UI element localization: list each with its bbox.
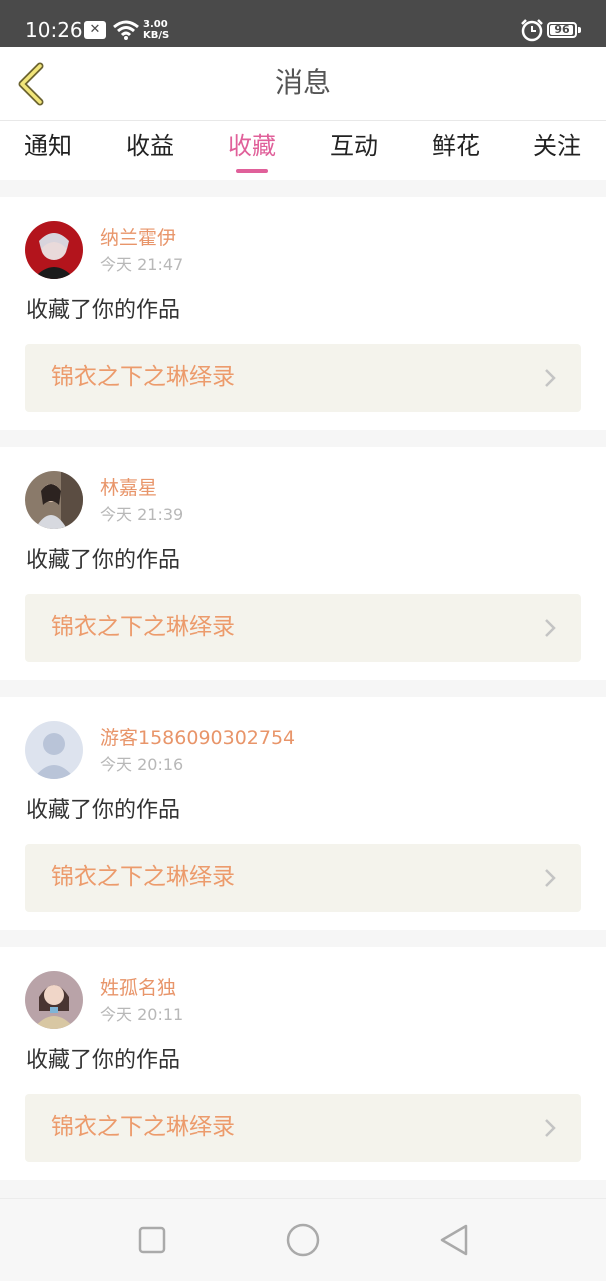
username[interactable]: 纳兰霍伊 — [100, 225, 176, 251]
chevron-right-icon — [545, 869, 556, 887]
tab-interactions[interactable]: 互动 — [330, 129, 378, 163]
net-speed-value: 3.00 — [143, 19, 168, 30]
net-speed: 3.00 KB/S — [143, 19, 169, 41]
username[interactable]: 姓孤名独 — [100, 975, 176, 1001]
message-card: 游客1586090302754 今天 20:16 收藏了你的作品 锦衣之下之琳绎… — [0, 697, 606, 930]
action-text: 收藏了你的作品 — [26, 298, 181, 323]
chevron-right-icon — [545, 619, 556, 637]
timestamp: 今天 20:11 — [100, 1005, 184, 1024]
tab-favorites[interactable]: 收藏 — [228, 129, 276, 163]
default-user-icon — [25, 721, 83, 779]
message-card: 纳兰霍伊 今天 21:47 收藏了你的作品 锦衣之下之琳绎录 — [0, 197, 606, 430]
app-header: 消息 — [0, 47, 606, 121]
message-card: 林嘉星 今天 21:39 收藏了你的作品 锦衣之下之琳绎录 — [0, 447, 606, 680]
work-title: 锦衣之下之琳绎录 — [51, 364, 235, 390]
timestamp: 今天 21:47 — [100, 255, 184, 274]
work-title: 锦衣之下之琳绎录 — [51, 614, 235, 640]
username[interactable]: 游客1586090302754 — [100, 725, 295, 751]
avatar[interactable] — [25, 221, 83, 279]
avatar-photo-red-icon — [25, 221, 83, 279]
timestamp: 今天 20:16 — [100, 755, 184, 774]
chevron-right-icon — [545, 369, 556, 387]
battery-tip — [578, 27, 581, 33]
avatar[interactable] — [25, 721, 83, 779]
message-tabs: 通知 收益 收藏 互动 鲜花 关注 — [0, 121, 606, 180]
action-text: 收藏了你的作品 — [26, 1048, 181, 1073]
net-speed-unit: KB/S — [143, 30, 170, 41]
system-nav-bar — [0, 1198, 606, 1281]
avatar[interactable] — [25, 471, 83, 529]
battery-level: 96 — [554, 23, 570, 36]
recent-apps-square-icon[interactable] — [133, 1221, 171, 1259]
notification-x-icon: ✕ — [84, 21, 106, 39]
tab-earnings[interactable]: 收益 — [126, 129, 174, 163]
timestamp: 今天 21:39 — [100, 505, 184, 524]
work-title: 锦衣之下之琳绎录 — [51, 1114, 235, 1140]
status-bar: 10:26 ✕ 3.00 KB/S 96 — [0, 0, 606, 47]
work-link[interactable]: 锦衣之下之琳绎录 — [25, 1094, 581, 1162]
work-link[interactable]: 锦衣之下之琳绎录 — [25, 594, 581, 662]
avatar-photo-woman-icon — [25, 971, 83, 1029]
chevron-right-icon — [545, 1119, 556, 1137]
username[interactable]: 林嘉星 — [100, 475, 157, 501]
battery-icon: 96 — [547, 22, 577, 38]
back-triangle-icon[interactable] — [436, 1221, 474, 1259]
page-title: 消息 — [274, 66, 331, 99]
home-circle-icon[interactable] — [284, 1221, 322, 1259]
active-tab-indicator — [236, 169, 268, 173]
action-text: 收藏了你的作品 — [26, 798, 181, 823]
status-time: 10:26 — [25, 18, 83, 42]
avatar[interactable] — [25, 971, 83, 1029]
tab-flowers[interactable]: 鲜花 — [432, 129, 480, 163]
wifi-icon — [113, 20, 139, 40]
avatar-photo-girl-icon — [25, 471, 83, 529]
work-title: 锦衣之下之琳绎录 — [51, 864, 235, 890]
tab-following[interactable]: 关注 — [533, 129, 581, 163]
alarm-clock-icon — [521, 19, 543, 42]
work-link[interactable]: 锦衣之下之琳绎录 — [25, 344, 581, 412]
action-text: 收藏了你的作品 — [26, 548, 181, 573]
work-link[interactable]: 锦衣之下之琳绎录 — [25, 844, 581, 912]
tab-notifications[interactable]: 通知 — [24, 129, 72, 163]
message-card: 姓孤名独 今天 20:11 收藏了你的作品 锦衣之下之琳绎录 — [0, 947, 606, 1180]
